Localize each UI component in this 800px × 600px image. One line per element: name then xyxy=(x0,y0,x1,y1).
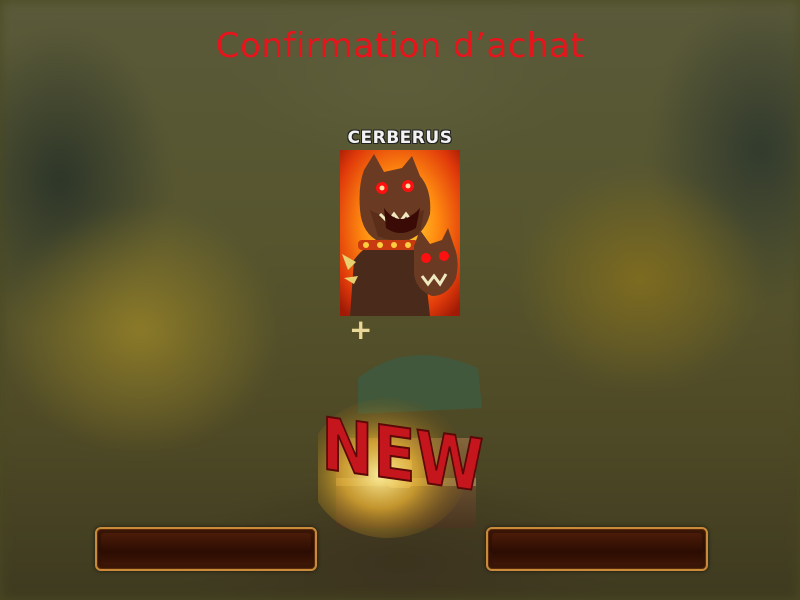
left-action-button[interactable] xyxy=(95,527,317,571)
new-treasure-chest-icon: NEW xyxy=(318,355,485,538)
page-title: Confirmation d’achat xyxy=(215,26,585,66)
cerberus-card: CERBERUS xyxy=(340,128,460,316)
right-action-button-label xyxy=(492,533,702,565)
right-action-button[interactable] xyxy=(486,527,708,571)
cerberus-portrait-icon xyxy=(340,150,460,316)
left-action-button-label xyxy=(101,533,311,565)
card-name: CERBERUS xyxy=(347,128,453,148)
